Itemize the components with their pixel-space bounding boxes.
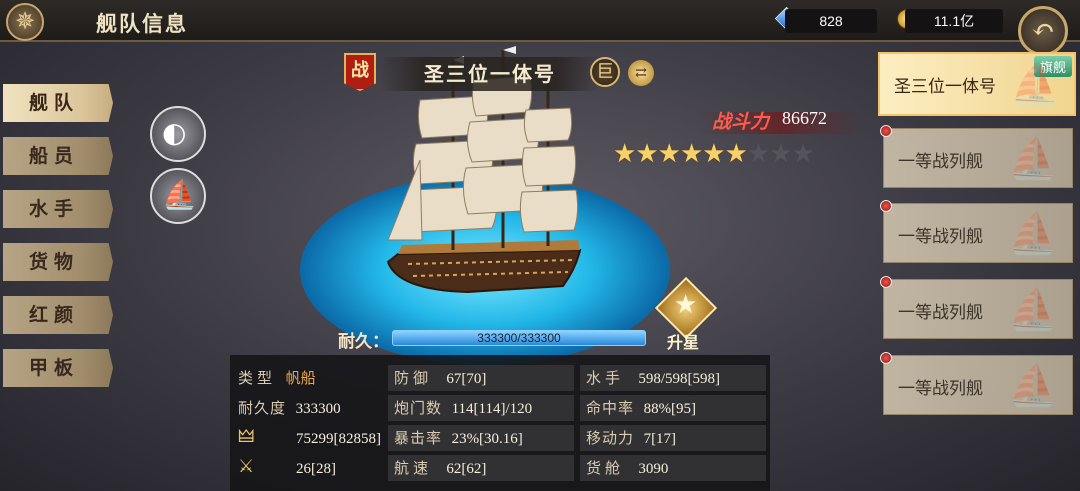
gold-count: 11.1亿 <box>905 9 1003 33</box>
upstar-label: 升星 <box>667 333 700 352</box>
nav-beauty[interactable]: 红颜 <box>3 296 113 334</box>
cannon-view-button[interactable]: ◐ <box>150 106 206 162</box>
nav-sailors[interactable]: 水手 <box>3 190 113 228</box>
stat-cannon: 炮门数 114[114]/120 <box>388 395 574 421</box>
stat-cargo: 货舱 3090 <box>580 455 766 481</box>
stat-crit: 暴击率 23%[30.16] <box>388 425 574 451</box>
ship-silhouette-icon: ⛵ <box>1010 61 1060 107</box>
ship-card-name: 圣三位一体号 <box>894 77 996 97</box>
crossed-swords-icon: ⚔ <box>238 456 255 477</box>
alert-dot-icon <box>880 352 892 364</box>
durability-label: 耐久： <box>338 332 389 352</box>
swap-icon: ⇄ <box>635 65 647 81</box>
nav-deck[interactable]: 甲板 <box>3 349 113 387</box>
ship-silhouette-icon: ⛵ <box>1008 363 1058 409</box>
ship-silhouette-icon: ⛵ <box>1008 136 1058 182</box>
stat-hit: 命中率 88%[95] <box>580 395 766 421</box>
ship-silhouette-icon: ⛵ <box>1008 211 1058 257</box>
ship-card-name: 一等战列舰 <box>898 379 983 399</box>
ship-silhouette-icon: ⛵ <box>1008 287 1058 333</box>
ship-view-button[interactable]: ⛵ <box>150 168 206 224</box>
stat-sailors: 水手 598/598[598] <box>580 365 766 391</box>
ship-card[interactable]: 一等战列舰 ⛵ <box>880 200 1073 263</box>
page-title: 舰队信息 <box>96 11 188 36</box>
size-badge: 巨 <box>590 57 620 87</box>
stat-durability: 耐久度 333300 <box>238 399 341 417</box>
star-filled-icon: ★ <box>679 139 703 169</box>
ship-card[interactable]: 一等战列舰 ⛵ <box>880 276 1073 339</box>
alert-dot-icon <box>880 276 892 288</box>
ship-card-name: 一等战列舰 <box>898 152 983 172</box>
star-filled-icon: ★ <box>613 139 636 169</box>
ship-card[interactable]: 一等战列舰 ⛵ <box>880 352 1073 415</box>
star-filled-icon: ★ <box>724 139 748 169</box>
ship-icon: ⛵ <box>162 178 197 211</box>
ship-card-name: 一等战列舰 <box>898 227 983 247</box>
nav-cargo[interactable]: 货物 <box>3 243 113 281</box>
ship-card-name: 一等战列舰 <box>898 303 983 323</box>
stat-speed: 航速 62[62] <box>388 455 574 481</box>
ship-wheel-icon <box>6 3 44 41</box>
stat-move: 移动力 7[17] <box>580 425 766 451</box>
back-arrow-icon: ↶ <box>1031 13 1055 46</box>
durability-value: 333300/333300 <box>477 331 561 345</box>
star-filled-icon: ★ <box>702 139 725 169</box>
star-rating: ★★★★★★★★★ <box>613 139 815 169</box>
cannon-stat-icon: 🜲 <box>238 426 255 447</box>
stats-panel: 类型 帆船 耐久度 333300 🜲 75299[82858] ⚔ 26[28]… <box>230 355 770 491</box>
star-empty-icon: ★ <box>746 139 770 169</box>
ship-card[interactable]: 一等战列舰 ⛵ <box>880 125 1073 188</box>
cannon-icon: ◐ <box>162 116 187 149</box>
star-empty-icon: ★ <box>769 139 792 169</box>
ship-name: 圣三位一体号 <box>380 57 600 91</box>
alert-dot-icon <box>880 200 892 212</box>
power-value: 86672 <box>782 108 827 128</box>
back-button[interactable]: ↶ <box>1018 6 1068 56</box>
alert-dot-icon <box>880 125 892 137</box>
ship-card-flagship[interactable]: 圣三位一体号 旗舰 ⛵ <box>878 52 1076 116</box>
power-label: 战斗力 <box>712 111 770 133</box>
stat-crew-attack: ⚔ 26[28] <box>238 455 388 481</box>
nav-fleet[interactable]: 舰队 <box>3 84 113 122</box>
star-empty-icon: ★ <box>791 139 815 169</box>
nav-crew[interactable]: 船员 <box>3 137 113 175</box>
stat-type: 类型 帆船 <box>238 369 316 387</box>
star-icon: ★ <box>674 290 698 320</box>
gem-count: 828 <box>785 9 877 33</box>
battle-badge: 战 <box>344 53 376 91</box>
stat-attack: 🜲 75299[82858] <box>238 425 388 451</box>
swap-ship-button[interactable]: ⇄ <box>628 60 654 86</box>
stat-defense: 防御 67[70] <box>388 365 574 391</box>
star-filled-icon: ★ <box>657 139 681 169</box>
star-filled-icon: ★ <box>635 139 658 169</box>
